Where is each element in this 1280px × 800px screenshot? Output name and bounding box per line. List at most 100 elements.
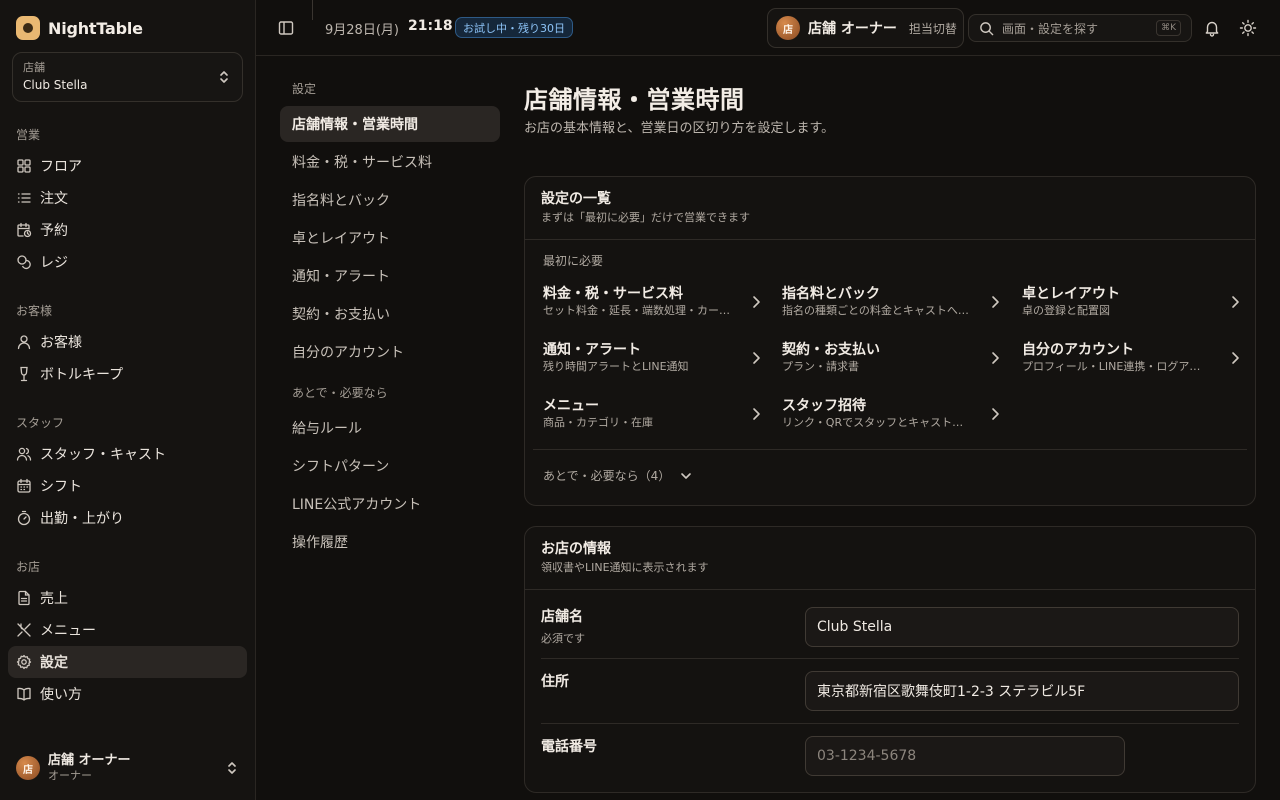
sidebar-item-label: 注文 [40, 191, 68, 207]
sidebar-item-guide[interactable]: 使い方 [8, 678, 247, 710]
gear-icon [16, 654, 32, 670]
user-role: オーナー [48, 769, 92, 782]
overview-item-notifications[interactable]: 通知・アラート 残り時間アラートとLINE通知 [543, 341, 763, 381]
bell-icon[interactable] [1203, 19, 1221, 37]
overview-item-desc: 残り時間アラートとLINE通知 [543, 360, 689, 373]
brand-logo-icon [16, 16, 40, 40]
overview-item-desc: 卓の登録と配置図 [1022, 304, 1110, 317]
overview-item-title: 料金・税・サービス料 [543, 286, 683, 302]
search-placeholder: 画面・設定を探す [1002, 21, 1099, 36]
timer-icon [17, 510, 31, 526]
subnav-item-nomination[interactable]: 指名料とバック [280, 182, 500, 218]
list-icon [17, 193, 31, 203]
subnav-item-notifications[interactable]: 通知・アラート [280, 258, 500, 294]
sidebar-item-shifts[interactable]: シフト [8, 470, 247, 502]
nav-group-title-sales: 営業 [16, 128, 41, 142]
overview-item-title: スタッフ招待 [782, 398, 866, 414]
chevron-down-icon [681, 472, 692, 479]
sidebar-item-label: 出勤・上がり [40, 511, 124, 527]
card-description: 領収書やLINE通知に表示されます [541, 561, 709, 574]
page-subtitle: お店の基本情報と、営業日の区切り方を設定します。 [524, 121, 835, 136]
staff-switch-button[interactable]: 店 店舗 オーナー 担当切替 [767, 8, 964, 48]
section-title: 最初に必要 [543, 254, 604, 268]
subnav-item-store-info[interactable]: 店舗情報・営業時間 [280, 106, 500, 142]
utensils-icon [17, 623, 31, 637]
current-time: 21:18 [408, 18, 453, 34]
sidebar-item-settings[interactable]: 設定 [8, 646, 247, 678]
search-input[interactable]: 画面・設定を探す ⌘K [968, 14, 1192, 42]
phone-input[interactable] [805, 736, 1125, 776]
subnav-item-audit-log[interactable]: 操作履歴 [280, 524, 500, 560]
sidebar-toggle-icon[interactable] [276, 18, 296, 38]
later-settings-toggle[interactable]: あとで・必要なら（4） [543, 467, 692, 484]
brand[interactable]: NightTable [16, 15, 143, 41]
subnav-title-secondary: あとで・必要なら [292, 386, 388, 400]
subnav-item-billing[interactable]: 契約・お支払い [280, 296, 500, 332]
sidebar-item-label: 予約 [40, 223, 68, 239]
sidebar-item-register[interactable]: レジ [8, 246, 247, 278]
overview-item-billing[interactable]: 契約・お支払い プラン・請求書 [782, 341, 1002, 381]
card-title: お店の情報 [541, 541, 611, 557]
field-row-phone: 電話番号 [541, 724, 1239, 784]
sidebar-item-menu[interactable]: メニュー [8, 614, 247, 646]
chevron-updown-icon [220, 71, 228, 83]
address-input[interactable] [805, 671, 1239, 711]
store-switcher-label: 店舗 [23, 61, 45, 74]
sidebar-item-customers[interactable]: お客様 [8, 326, 247, 358]
overview-item-account[interactable]: 自分のアカウント プロフィール・LINE連携・ログアウト [1022, 341, 1242, 381]
user-icon [17, 335, 31, 350]
field-label: 電話番号 [541, 739, 597, 755]
search-shortcut: ⌘K [1156, 20, 1181, 36]
sun-icon[interactable] [1239, 19, 1257, 37]
settings-overview-card: 設定の一覧 まずは「最初に必要」だけで営業できます 最初に必要 料金・税・サービ… [524, 176, 1256, 506]
overview-item-desc: 指名の種類ごとの料金とキャストへのバック [782, 304, 970, 317]
sidebar-item-label: シフト [40, 479, 82, 495]
sidebar-item-label: 売上 [40, 591, 68, 607]
store-switcher-value: Club Stella [23, 78, 88, 92]
avatar: 店 [776, 16, 800, 40]
field-hint: 必須です [541, 632, 585, 645]
overview-item-title: 卓とレイアウト [1022, 286, 1120, 302]
sidebar-item-label: スタッフ・キャスト [40, 447, 166, 463]
sidebar-item-sales[interactable]: 売上 [8, 582, 247, 614]
card-description: まずは「最初に必要」だけで営業できます [541, 211, 750, 224]
avatar: 店 [16, 756, 40, 780]
subnav-item-tables[interactable]: 卓とレイアウト [280, 220, 500, 256]
sidebar-item-bottle-keep[interactable]: ボトルキープ [8, 358, 247, 390]
overview-item-menu[interactable]: メニュー 商品・カテゴリ・在庫 [543, 397, 763, 437]
user-menu[interactable]: 店 店舗 オーナー オーナー [16, 752, 240, 784]
overview-item-staff-invite[interactable]: スタッフ招待 リンク・QRでスタッフとキャストを招待 [782, 397, 1002, 437]
subnav-item-pricing[interactable]: 料金・税・サービス料 [280, 144, 500, 180]
chevron-right-icon [1232, 296, 1239, 308]
user-name: 店舗 オーナー [48, 753, 131, 768]
subnav-item-shift-patterns[interactable]: シフトパターン [280, 448, 500, 484]
brand-name: NightTable [48, 18, 143, 38]
sidebar-item-reservations[interactable]: 予約 [8, 214, 247, 246]
sidebar-item-label: お客様 [40, 335, 82, 351]
sidebar-item-label: 設定 [40, 655, 68, 671]
overview-item-title: 自分のアカウント [1022, 342, 1134, 358]
overview-item-pricing[interactable]: 料金・税・サービス料 セット料金・延長・端数処理・カード手数料 [543, 285, 763, 325]
overview-item-tables[interactable]: 卓とレイアウト 卓の登録と配置図 [1022, 285, 1242, 325]
subnav-item-payroll[interactable]: 給与ルール [280, 410, 500, 446]
sidebar-item-staff-cast[interactable]: スタッフ・キャスト [8, 438, 247, 470]
subnav-item-account[interactable]: 自分のアカウント [280, 334, 500, 370]
chevron-right-icon [1232, 352, 1239, 364]
later-settings-label: あとで・必要なら（4） [543, 469, 671, 483]
sidebar-item-attendance[interactable]: 出勤・上がり [8, 502, 247, 534]
calendar-clock-icon [17, 222, 32, 238]
store-switcher[interactable]: 店舗 Club Stella [12, 52, 243, 102]
chevron-right-icon [992, 352, 999, 364]
owner-name: 店舗 オーナー [808, 21, 897, 37]
switch-label: 担当切替 [908, 21, 957, 36]
store-name-input[interactable] [805, 607, 1239, 647]
overview-item-nomination[interactable]: 指名料とバック 指名の種類ごとの料金とキャストへのバック [782, 285, 1002, 325]
field-row-store-name: 店舗名 必須です [541, 607, 1239, 659]
subnav-item-line[interactable]: LINE公式アカウント [280, 486, 500, 522]
sidebar-item-label: 使い方 [40, 687, 82, 703]
subnav-title-primary: 設定 [292, 82, 317, 96]
sidebar-item-orders[interactable]: 注文 [8, 182, 247, 214]
sidebar-item-label: フロア [40, 159, 82, 175]
sidebar-item-floor[interactable]: フロア [8, 150, 247, 182]
chevron-right-icon [992, 408, 999, 420]
